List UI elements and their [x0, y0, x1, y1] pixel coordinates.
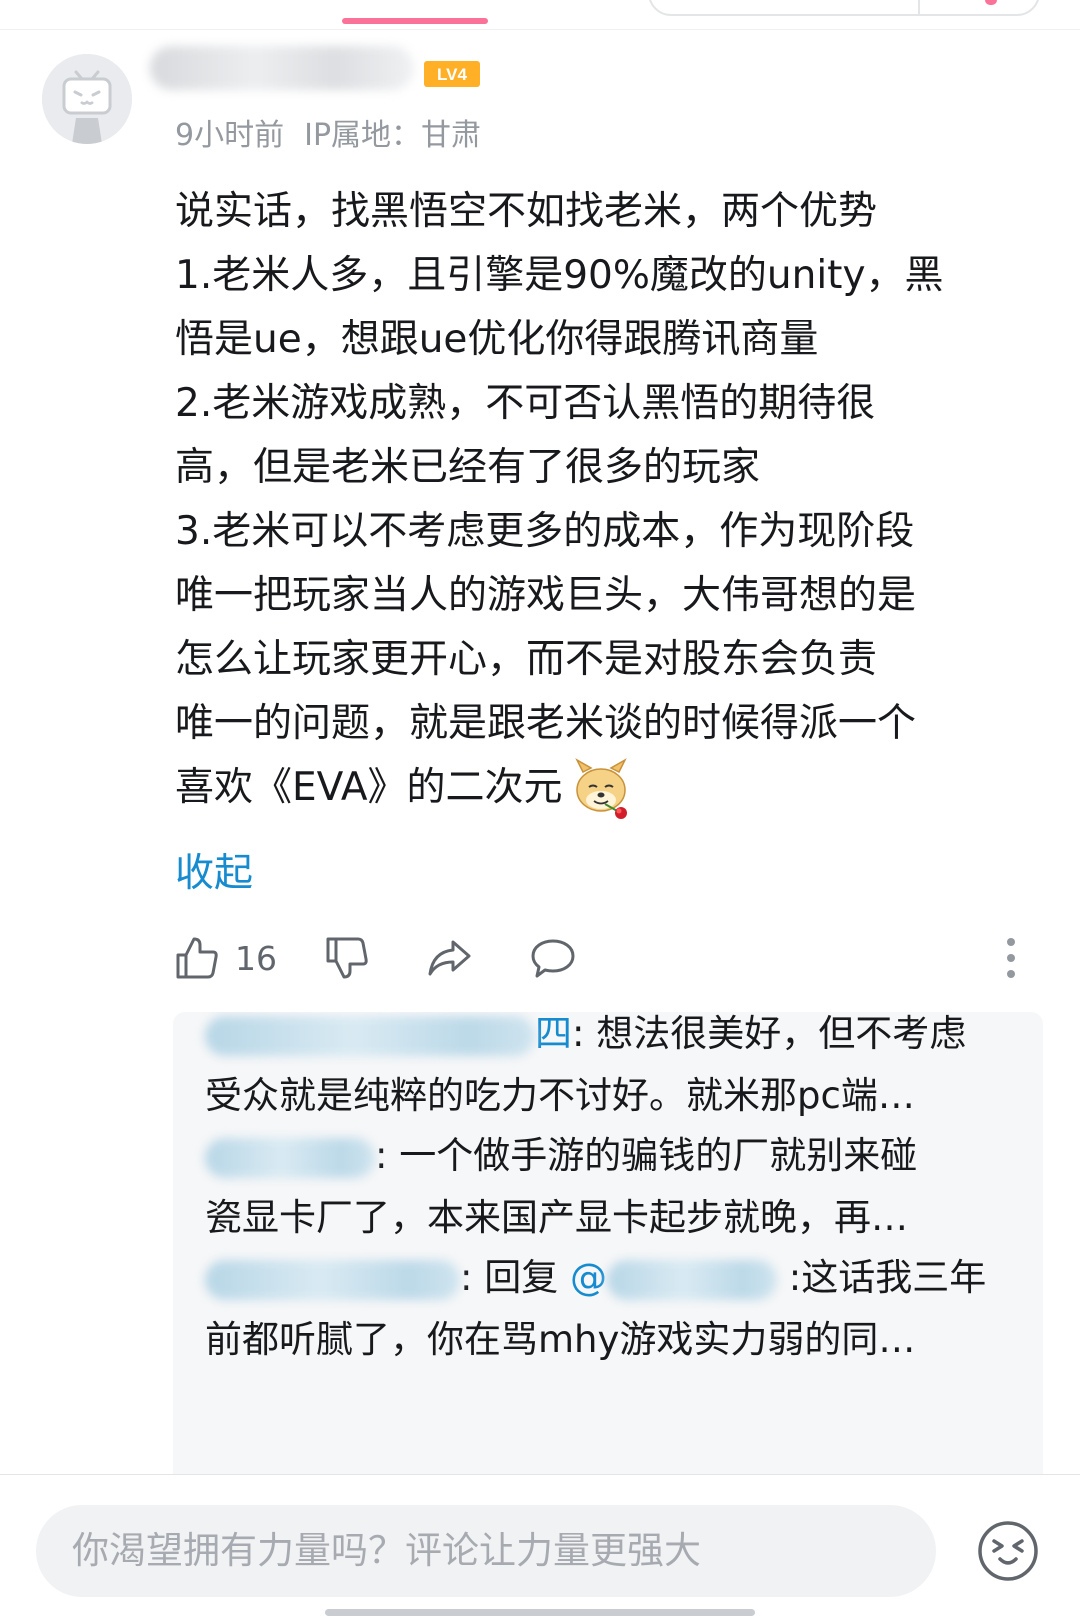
ip-location: IP属地：甘肃: [304, 118, 482, 153]
reply-username-blurred[interactable]: [205, 1015, 535, 1056]
chat-bubble-icon: [531, 939, 575, 978]
thumbs-up-icon: [176, 937, 218, 979]
comment-line: 高，但是老米已经有了很多的玩家: [175, 445, 761, 490]
comment-line: 1.老米人多，且引擎是90%魔改的unity，黑: [175, 253, 944, 298]
doge-rose-emoji-icon: [574, 757, 627, 819]
more-vertical-icon[interactable]: [1003, 934, 1019, 982]
comment-time: 9小时前: [175, 118, 285, 153]
comment-meta: 9小时前 IP属地：甘肃: [175, 110, 481, 154]
comment-line: 喜欢《EVA》的二次元: [175, 765, 563, 810]
reply-item[interactable]: : 回复 @ :这话我三年 前都听腻了，你在骂mhy游戏实力弱的同…: [205, 1247, 986, 1371]
reply-username-blurred[interactable]: [205, 1137, 375, 1178]
like-count: 16: [235, 938, 277, 978]
reply-username-tail[interactable]: 四: [535, 1012, 572, 1055]
comment-line: 3.老米可以不考虑更多的成本，作为现阶段: [175, 509, 915, 554]
top-divider: [0, 29, 1080, 30]
comment-line: 唯一把玩家当人的游戏巨头，大伟哥想的是: [175, 573, 917, 618]
comment-body: 说实话，找黑悟空不如找老米，两个优势 1.老米人多，且引擎是90%魔改的unit…: [175, 180, 1055, 822]
share-button[interactable]: [425, 930, 473, 986]
mention-username-blurred[interactable]: [607, 1259, 777, 1300]
bilibili-tv-icon: [42, 54, 132, 144]
comment-line: 2.老米游戏成熟，不可否认黑悟的期待很: [175, 381, 876, 426]
reply-separator: :: [375, 1134, 388, 1177]
comment-line: 悟是ue，想跟ue优化你得跟腾讯商量: [175, 317, 819, 362]
reply-prefix: 回复: [472, 1256, 570, 1299]
reply-button[interactable]: [529, 930, 577, 986]
top-pill-divider: [918, 0, 920, 14]
tab-active-indicator: [342, 18, 488, 24]
emoji-picker-icon[interactable]: [976, 1519, 1040, 1583]
username-blurred[interactable]: [150, 46, 414, 90]
share-arrow-icon: [428, 940, 471, 976]
reply-item[interactable]: : 一个做手游的骗钱的厂就别来碰 瓷显卡厂了，本来国产显卡起步就晚，再…: [205, 1125, 917, 1249]
collapse-link[interactable]: 收起: [175, 842, 253, 898]
level-text: LV4: [437, 65, 467, 84]
comment-line: 说实话，找黑悟空不如找老米，两个优势: [175, 189, 878, 234]
reply-text: 受众就是纯粹的吃力不讨好。就米那pc端…: [205, 1074, 915, 1117]
reply-text: 一个做手游的骗钱的厂就别来碰: [387, 1134, 918, 1177]
comment-input[interactable]: 你渴望拥有力量吗？评论让力量更强大: [36, 1505, 936, 1597]
top-search-pill[interactable]: [648, 0, 1040, 16]
reply-text: 前都听腻了，你在骂mhy游戏实力弱的同…: [205, 1318, 916, 1361]
comment-input-bar: 你渴望拥有力量吗？评论让力量更强大: [0, 1475, 1080, 1622]
comment-line: 怎么让玩家更开心，而不是对股东会负责: [175, 637, 878, 682]
reply-mention[interactable]: @: [570, 1256, 607, 1299]
comment-last-line: 喜欢《EVA》的二次元: [175, 756, 1055, 822]
like-button[interactable]: 16: [173, 930, 277, 986]
reply-item[interactable]: 四: 想法很美好，但不考虑 受众就是纯粹的吃力不讨好。就米那pc端…: [205, 1012, 966, 1127]
comment-line: 唯一的问题，就是跟老米谈的时候得派一个: [175, 701, 917, 746]
home-indicator: [325, 1609, 755, 1616]
dislike-button[interactable]: [323, 930, 371, 986]
reply-username-blurred[interactable]: [205, 1259, 460, 1300]
reply-text: :这话我三年: [777, 1256, 987, 1299]
reply-separator: :: [572, 1012, 585, 1055]
comment-actions: 16: [173, 930, 1053, 986]
reply-separator: :: [460, 1256, 473, 1299]
reply-text: 想法很美好，但不考虑: [584, 1012, 967, 1055]
level-badge: LV4: [424, 61, 480, 87]
avatar[interactable]: [42, 54, 132, 144]
replies-panel: 四: 想法很美好，但不考虑 受众就是纯粹的吃力不讨好。就米那pc端… : 一个做…: [173, 1012, 1043, 1486]
thumbs-down-icon: [326, 937, 368, 979]
reply-text: 瓷显卡厂了，本来国产显卡起步就晚，再…: [205, 1196, 908, 1239]
